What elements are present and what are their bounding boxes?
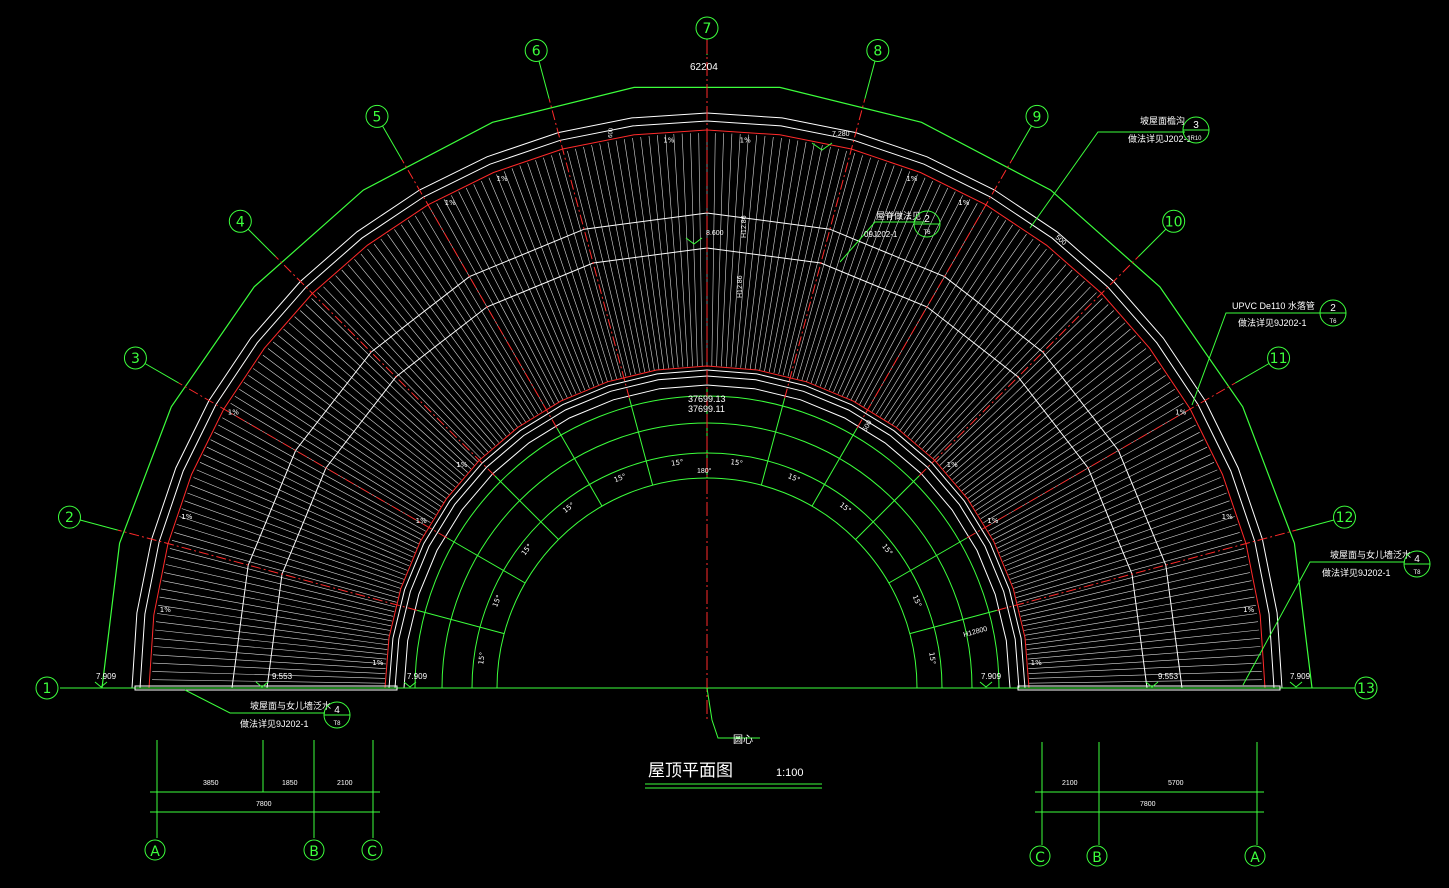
base-left-outer: 7.909 [96, 672, 117, 681]
left-dim-1850: 1850 [282, 780, 298, 787]
axis-label-2: 2 [65, 510, 74, 526]
base-right-mid: 9.553 [1158, 672, 1179, 681]
left-dim-3850: 3850 [203, 780, 219, 787]
svg-text:4: 4 [1414, 554, 1420, 565]
base-left-mid: 9.553 [272, 672, 293, 681]
grid-right-a: A [1250, 850, 1260, 866]
drawing-title: 屋顶平面图 [648, 761, 733, 780]
inner-arc-dim-1: 37699.13 [688, 394, 726, 404]
axis-label-1: 1 [43, 681, 52, 697]
top-length-dim: 62204 [690, 62, 718, 73]
left-dim-total: 7800 [256, 801, 272, 808]
base-left-inner: 7.909 [407, 672, 428, 681]
grid-right-c: C [1035, 850, 1045, 866]
sector-angle-label: 15° [730, 458, 743, 468]
roof-plan-drawing: 15°15°15°15°15°15° 15°15°15°15°15°15°1%1%… [0, 0, 1449, 888]
center-label: 圆心 [733, 734, 753, 746]
axis-label-12: 12 [1336, 510, 1354, 526]
svg-text:T8: T8 [1413, 570, 1421, 576]
axis-label-7: 7 [703, 21, 712, 37]
axis-label-4: 4 [236, 214, 245, 230]
height-dim-1: H12.86 [741, 215, 748, 238]
background [0, 0, 1449, 888]
slope-label-outer: 1% [228, 409, 239, 417]
base-right-outer: 7.909 [1290, 672, 1311, 681]
slope-label-outer: 1% [1175, 409, 1186, 417]
slope-label-outer: 1% [958, 199, 969, 207]
svg-text:屋脊做法见: 屋脊做法见 [876, 210, 921, 221]
slope-label-inner: 1% [1031, 659, 1042, 667]
slope-label-inner: 1% [987, 517, 998, 525]
axis-label-3: 3 [131, 351, 140, 367]
svg-text:T8: T8 [333, 721, 341, 727]
axis-label-10: 10 [1165, 214, 1183, 230]
slope-label-outer: 1% [181, 513, 192, 521]
gutter-bubble-sheet: R10 [1190, 136, 1202, 142]
svg-text:4: 4 [334, 705, 340, 716]
svg-text:坡屋面檐沟: 坡屋面檐沟 [1140, 115, 1185, 126]
svg-text:做法详见9J202-1: 做法详见9J202-1 [1238, 317, 1307, 328]
slope-label-outer: 1% [1243, 606, 1254, 614]
slope-label-outer: 1% [497, 175, 508, 183]
ridge-elev: 8.600 [706, 230, 724, 237]
sector-angle-label: 15° [671, 458, 684, 468]
axis-label-5: 5 [373, 109, 382, 125]
svg-text:做法详见9J202-1: 做法详见9J202-1 [1322, 567, 1391, 578]
left-dim-2100: 2100 [337, 780, 353, 787]
axis-label-9: 9 [1033, 109, 1042, 125]
slope-label-outer: 1% [1222, 513, 1233, 521]
inner-arc-dim-2: 37699.11 [688, 404, 725, 414]
slope-label-outer: 1% [663, 136, 674, 144]
grid-left-a: A [150, 844, 160, 860]
slope-label-outer: 1% [906, 175, 917, 183]
dim-600: 600 [608, 127, 615, 138]
grid-left-c: C [367, 844, 377, 860]
svg-text:T6: T6 [1329, 319, 1337, 325]
right-dim-2100: 2100 [1062, 780, 1078, 787]
sector-angle-label: 15° [477, 652, 487, 665]
grid-left-b: B [309, 844, 319, 860]
svg-text:09J202-1: 09J202-1 [864, 230, 898, 239]
slope-label-outer: 1% [740, 136, 751, 144]
svg-text:做法详见9J202-1: 做法详见9J202-1 [240, 718, 309, 729]
slope-label-inner: 1% [416, 517, 427, 525]
axis-label-6: 6 [532, 43, 541, 59]
svg-text:UPVC De110 水落管: UPVC De110 水落管 [1232, 300, 1315, 311]
slope-label-inner: 1% [947, 461, 958, 469]
svg-text:坡屋面与女儿墙泛水: 坡屋面与女儿墙泛水 [250, 700, 331, 711]
axis-label-8: 8 [873, 43, 882, 59]
center-angle-label: 180° [697, 467, 712, 475]
gutter-bubble-num: 3 [1193, 120, 1199, 131]
svg-text:坡屋面与女儿墙泛水: 坡屋面与女儿墙泛水 [1330, 549, 1411, 560]
axis-label-13: 13 [1357, 681, 1375, 697]
slope-label-outer: 1% [445, 199, 456, 207]
svg-text:做法详见J202-1: 做法详见J202-1 [1128, 133, 1192, 144]
right-dim-total: 7800 [1140, 801, 1156, 808]
slope-label-outer: 1% [160, 606, 171, 614]
svg-text:T6: T6 [923, 230, 931, 236]
slope-label-inner: 1% [456, 461, 467, 469]
slope-label-inner: 1% [372, 659, 383, 667]
height-dim-2: H12.86 [737, 275, 744, 298]
grid-right-b: B [1092, 850, 1102, 866]
svg-text:2: 2 [924, 214, 930, 225]
axis-label-11: 11 [1270, 351, 1288, 367]
base-right-inner: 7.909 [981, 672, 1002, 681]
top-marker-right: 7.280 [832, 131, 850, 138]
drawing-scale: 1:100 [776, 767, 804, 779]
right-dim-5700: 5700 [1168, 780, 1184, 787]
svg-text:2: 2 [1330, 303, 1336, 314]
sector-angle-label: 15° [927, 652, 937, 665]
